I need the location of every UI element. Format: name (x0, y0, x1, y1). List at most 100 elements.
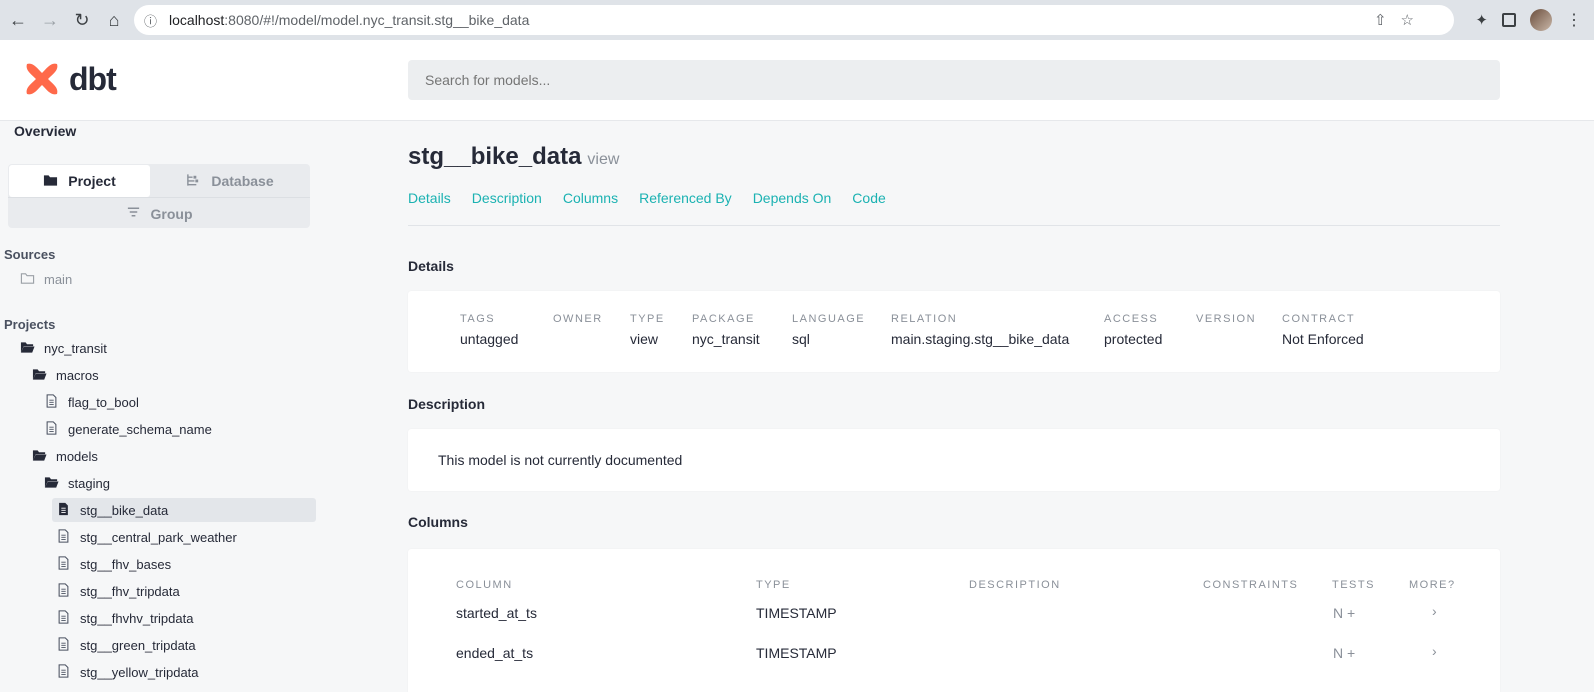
detail-label: TAGS (460, 313, 496, 325)
tab-details[interactable]: Details (408, 190, 451, 206)
view-toggle: Project Database Group (8, 164, 310, 228)
sources-title: Sources (4, 247, 56, 262)
share-icon[interactable]: ⇧ (1374, 11, 1387, 29)
detail-value: untagged (460, 331, 519, 347)
tab-database-label: Database (211, 173, 274, 189)
dbt-logo[interactable]: dbt (23, 60, 117, 98)
expand-chevron-icon[interactable]: › (1432, 643, 1437, 659)
tree-file-stg-central-park-weather[interactable]: stg__central_park_weather (56, 525, 237, 549)
column-header: TESTS (1332, 579, 1375, 591)
file-icon (44, 420, 59, 438)
cell-type: TIMESTAMP (756, 605, 837, 621)
detail-tags: TAGS untagged (460, 313, 518, 347)
tree-item-label: stg__bike_data (80, 502, 169, 518)
tree-item-label: stg__fhv_bases (80, 556, 172, 572)
file-icon (56, 528, 71, 546)
tree-item-label: stg__fhvhv_tripdata (80, 610, 194, 626)
side-panel-icon[interactable] (1502, 13, 1516, 27)
logo-text: dbt (69, 60, 117, 97)
browser-toolbar: ← → ↻ ⌂ ⓘ localhost:8080/#!/model/model.… (0, 0, 1594, 40)
overview-link[interactable]: Overview (14, 123, 76, 139)
detail-label: CONTRACT (1282, 313, 1356, 325)
column-header: COLUMN (456, 579, 513, 591)
tree-item-label: macros (56, 367, 99, 383)
detail-label: PACKAGE (692, 313, 755, 325)
tab-project[interactable]: Project (9, 165, 150, 197)
materialization-label: view (587, 151, 620, 168)
search-input[interactable] (408, 60, 1500, 100)
tree-file-stg-fhvhv-tripdata[interactable]: stg__fhvhv_tripdata (56, 606, 193, 630)
expand-chevron-icon[interactable]: › (1432, 603, 1437, 619)
url-path: :8080/#!/model/model.nyc_transit.stg__bi… (224, 12, 530, 28)
detail-value: Not Enforced (1282, 331, 1364, 347)
detail-label: OWNER (553, 313, 603, 325)
info-icon[interactable]: ⓘ (144, 11, 157, 30)
file-icon (56, 636, 71, 654)
tree-file-stg-fhv-tripdata[interactable]: stg__fhv_tripdata (56, 579, 180, 603)
cell-tests[interactable]: N + (1333, 605, 1355, 621)
tree-item-label: stg__yellow_tripdata (80, 664, 199, 680)
cell-tests[interactable]: N + (1333, 645, 1355, 661)
bookmark-star-icon[interactable]: ☆ (1401, 11, 1414, 29)
tree-file-stg-yellow-tripdata[interactable]: stg__yellow_tripdata (56, 660, 199, 684)
tree-item-label: stg__central_park_weather (80, 529, 237, 545)
extensions-puzzle-icon[interactable]: ✦ (1475, 11, 1488, 29)
folder-outline-icon (20, 271, 35, 288)
detail-relation: RELATION main.staging.stg__bike_data (891, 313, 1069, 347)
tree-folder-nyc-transit[interactable]: nyc_transit (20, 336, 107, 360)
tree-folder-models[interactable]: models (32, 444, 98, 468)
detail-label: ACCESS (1104, 313, 1159, 325)
tab-depends-on[interactable]: Depends On (753, 190, 832, 206)
tree-file-flag-to-bool[interactable]: flag_to_bool (44, 390, 139, 414)
tab-project-label: Project (68, 173, 116, 189)
detail-value: protected (1104, 331, 1163, 347)
detail-value: main.staging.stg__bike_data (891, 331, 1070, 347)
tree-file-stg-fhv-bases[interactable]: stg__fhv_bases (56, 552, 171, 576)
forward-button[interactable]: → (36, 6, 64, 34)
tree-folder-staging[interactable]: staging (44, 471, 110, 495)
tree-item-label: generate_schema_name (68, 421, 212, 437)
source-item-main[interactable]: main (20, 267, 72, 291)
tab-description[interactable]: Description (472, 190, 542, 206)
tree-item-label: nyc_transit (44, 340, 107, 356)
file-icon (56, 555, 71, 573)
column-header: DESCRIPTION (969, 579, 1061, 591)
columns-heading: Columns (408, 514, 468, 530)
file-icon (56, 663, 71, 681)
file-icon (56, 582, 71, 600)
tree-file-generate-schema-name[interactable]: generate_schema_name (44, 417, 212, 441)
description-card: This model is not currently documented (408, 429, 1500, 491)
tree-folder-macros[interactable]: macros (32, 363, 99, 387)
file-icon (44, 393, 59, 411)
tab-code[interactable]: Code (852, 190, 885, 206)
tree-item-label: models (56, 448, 98, 464)
column-header: CONSTRAINTS (1203, 579, 1299, 591)
tree-file-stg-bike-data[interactable]: stg__bike_data (52, 498, 316, 522)
section-tabs: Details Description Columns Referenced B… (408, 190, 886, 206)
cell-type: TIMESTAMP (756, 645, 837, 661)
reload-button[interactable]: ↻ (68, 6, 96, 34)
tree-item-label: stg__green_tripdata (80, 637, 196, 653)
tab-referenced-by[interactable]: Referenced By (639, 190, 732, 206)
tab-columns[interactable]: Columns (563, 190, 618, 206)
detail-label: LANGUAGE (792, 313, 866, 325)
home-button[interactable]: ⌂ (100, 6, 128, 34)
folder-open-icon (20, 340, 35, 357)
profile-avatar[interactable] (1530, 9, 1552, 31)
tab-group[interactable]: Group (8, 197, 310, 229)
filter-lines-icon (126, 205, 141, 222)
back-button[interactable]: ← (4, 6, 32, 34)
tree-item-label: flag_to_bool (68, 394, 139, 410)
tree-file-stg-green-tripdata[interactable]: stg__green_tripdata (56, 633, 196, 657)
tab-database[interactable]: Database (152, 165, 308, 197)
tabs-divider (408, 225, 1500, 226)
address-bar[interactable]: ⓘ localhost:8080/#!/model/model.nyc_tran… (134, 5, 1454, 35)
menu-kebab-icon[interactable]: ⋮ (1566, 10, 1582, 30)
hierarchy-icon (186, 173, 201, 190)
column-header: TYPE (756, 579, 791, 591)
app-header: dbt (0, 40, 1594, 121)
sidebar: Overview Project Database Group Sources … (0, 121, 320, 692)
detail-value: view (630, 331, 659, 347)
detail-type: TYPE view (630, 313, 665, 347)
source-item-label: main (44, 271, 73, 287)
